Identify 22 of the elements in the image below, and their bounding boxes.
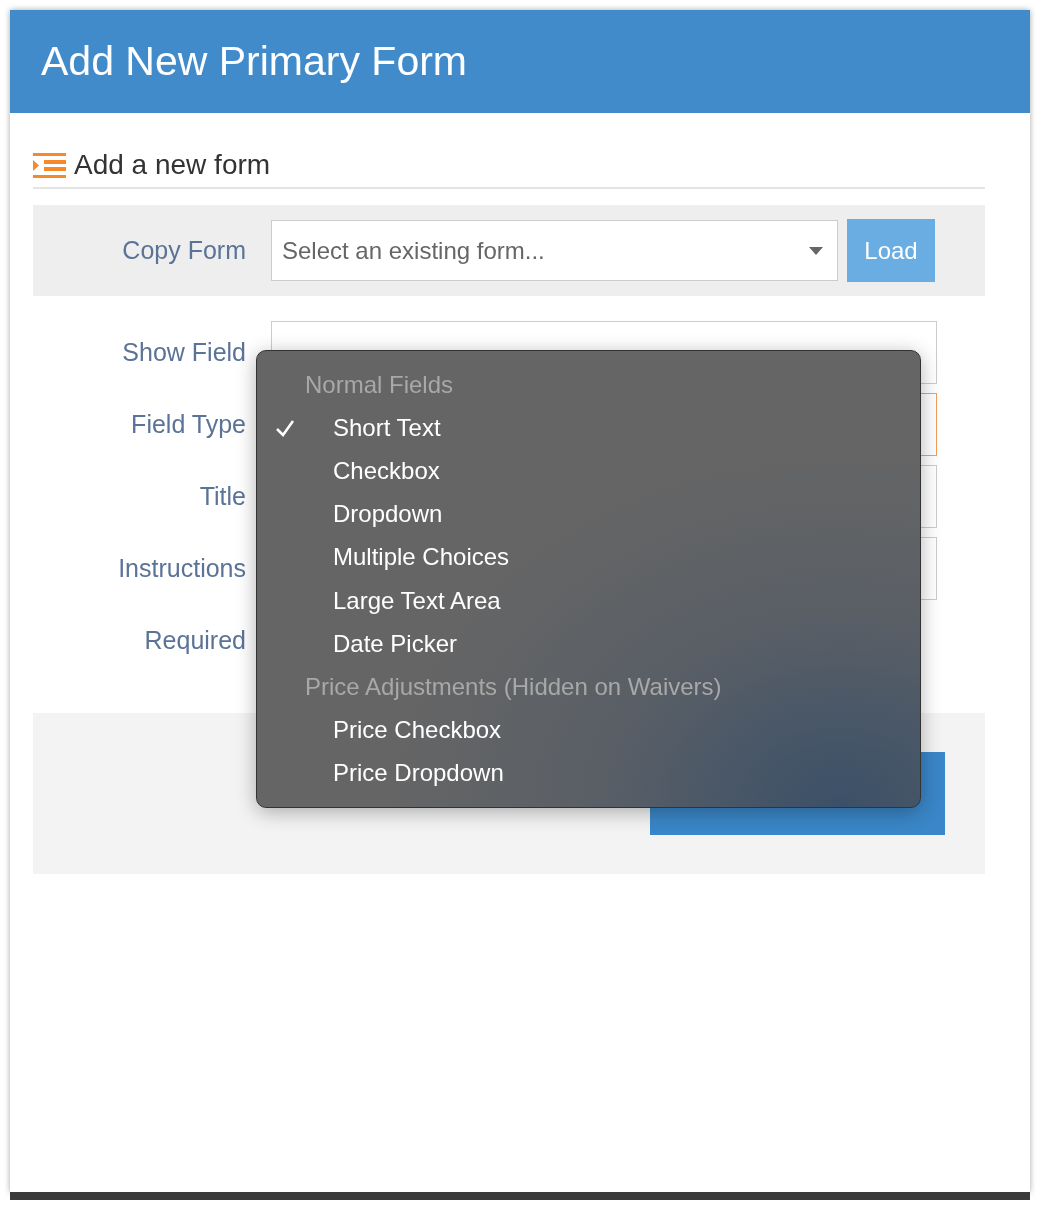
menu-item[interactable]: Multiple Choices: [257, 535, 920, 579]
menu-item[interactable]: Checkbox: [257, 449, 920, 493]
menu-item[interactable]: Short Text: [257, 406, 920, 450]
caret-icon: [809, 246, 823, 255]
field-label: Show Field: [121, 338, 247, 367]
menu-item[interactable]: Price Dropdown: [257, 751, 920, 796]
form-select[interactable]: Select an existing form...: [271, 220, 838, 281]
field-label: Title: [198, 482, 247, 511]
checkmark-icon: [275, 418, 295, 437]
menu-item[interactable]: Large Text Area: [257, 579, 920, 623]
list-icon: [33, 152, 66, 178]
field-label: Copy Form: [121, 236, 247, 265]
menu-item[interactable]: Date Picker: [257, 622, 920, 666]
section-title: Add a new form: [74, 149, 271, 181]
field-label: Instructions: [117, 554, 247, 583]
field-label: Field Type: [130, 410, 247, 439]
menu-item[interactable]: Dropdown: [257, 492, 920, 536]
menu-group-header: Price Adjustments (Hidden on Waivers): [304, 672, 723, 702]
window-title: Add New Primary Form: [41, 38, 467, 85]
menu-item[interactable]: Price Checkbox: [257, 708, 920, 752]
menu-group-header: Normal Fields: [304, 369, 455, 400]
field-label: Required: [143, 626, 247, 655]
